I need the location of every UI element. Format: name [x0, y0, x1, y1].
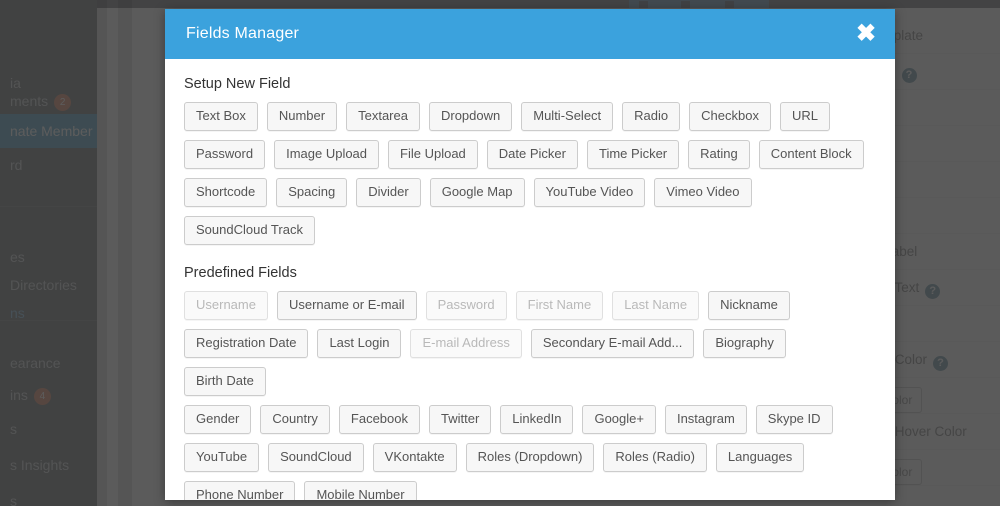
predefined-field-button-roles-dropdown[interactable]: Roles (Dropdown) — [465, 443, 595, 472]
setup-field-button-content-block[interactable]: Content Block — [758, 140, 864, 169]
predefined-field-button-nickname[interactable]: Nickname — [708, 291, 790, 320]
setup-field-row: Text Box Number Textarea Dropdown Multi-Sele… — [184, 102, 876, 131]
setup-field-button-url[interactable]: URL — [779, 102, 830, 131]
predefined-field-button-instagram[interactable]: Instagram — [664, 405, 747, 434]
predefined-fields-heading: Predefined Fields — [184, 265, 297, 281]
setup-field-button-dropdown[interactable]: Dropdown — [428, 102, 513, 131]
predefined-field-button-vkontakte[interactable]: VKontakte — [372, 443, 457, 472]
predefined-field-button-secondary-e-mail-add[interactable]: Secondary E-mail Add... — [530, 329, 695, 358]
predefined-field-button-last-name: Last Name — [612, 291, 700, 320]
setup-field-button-time-picker[interactable]: Time Picker — [587, 140, 680, 169]
predefined-field-button-e-mail-address: E-mail Address — [410, 329, 522, 358]
predefined-field-button-country[interactable]: Country — [260, 405, 330, 434]
setup-new-field-heading: Setup New Field — [184, 76, 291, 92]
modal-body: Setup New Field Text Box Number Textarea Dr… — [165, 59, 895, 500]
predefined-field-button-roles-radio[interactable]: Roles (Radio) — [603, 443, 707, 472]
predefined-field-button-skype-id[interactable]: Skype ID — [755, 405, 833, 434]
predefined-field-button-phone-number[interactable]: Phone Number — [184, 481, 296, 500]
close-icon[interactable]: ✖ — [853, 22, 879, 48]
predefined-field-button-username: Username — [184, 291, 268, 320]
predefined-field-row: Registration Date Last Login E-mail Addres… — [184, 329, 876, 396]
predefined-field-button-google[interactable]: Google+ — [582, 405, 656, 434]
screen: t Templateh (px)??reds?with labelutton T… — [0, 0, 1000, 506]
setup-field-button-image-upload[interactable]: Image Upload — [274, 140, 380, 169]
predefined-field-button-linkedin[interactable]: LinkedIn — [500, 405, 574, 434]
setup-field-button-divider[interactable]: Divider — [356, 178, 421, 207]
predefined-field-row: YouTube SoundCloud VKontakte Roles (Dropdow… — [184, 443, 876, 472]
predefined-field-button-mobile-number[interactable]: Mobile Number — [304, 481, 417, 500]
setup-field-button-radio[interactable]: Radio — [622, 102, 681, 131]
predefined-field-button-gender[interactable]: Gender — [184, 405, 252, 434]
predefined-field-row: Gender Country Facebook Twitter LinkedIn Goog… — [184, 405, 876, 434]
setup-field-button-textarea[interactable]: Textarea — [346, 102, 420, 131]
setup-field-button-number[interactable]: Number — [266, 102, 338, 131]
setup-field-button-checkbox[interactable]: Checkbox — [689, 102, 771, 131]
predefined-field-button-password: Password — [425, 291, 507, 320]
setup-field-button-vimeo-video[interactable]: Vimeo Video — [654, 178, 752, 207]
predefined-field-button-twitter[interactable]: Twitter — [429, 405, 492, 434]
predefined-field-button-first-name: First Name — [515, 291, 604, 320]
predefined-field-button-registration-date[interactable]: Registration Date — [184, 329, 309, 358]
setup-field-button-text-box[interactable]: Text Box — [184, 102, 258, 131]
overlay-band — [118, 0, 132, 506]
predefined-field-button-youtube[interactable]: YouTube — [184, 443, 260, 472]
modal-header: Fields Manager ✖ — [165, 9, 895, 59]
setup-field-row: Shortcode Spacing Divider Google Map YouTube… — [184, 178, 876, 245]
predefined-field-button-last-login[interactable]: Last Login — [317, 329, 402, 358]
setup-field-button-spacing[interactable]: Spacing — [276, 178, 348, 207]
predefined-field-button-facebook[interactable]: Facebook — [338, 405, 420, 434]
modal-title: Fields Manager — [186, 25, 300, 42]
setup-field-row: Password Image Upload File Upload Date Pick… — [184, 140, 876, 169]
predefined-fields-buttons: Username Username or E-mail Password First … — [184, 291, 876, 500]
setup-field-button-multi-select[interactable]: Multi-Select — [521, 102, 614, 131]
predefined-field-button-languages[interactable]: Languages — [715, 443, 805, 472]
setup-field-button-youtube-video[interactable]: YouTube Video — [533, 178, 646, 207]
setup-field-button-file-upload[interactable]: File Upload — [388, 140, 478, 169]
setup-field-button-rating[interactable]: Rating — [688, 140, 750, 169]
setup-field-button-date-picker[interactable]: Date Picker — [486, 140, 578, 169]
setup-field-button-shortcode[interactable]: Shortcode — [184, 178, 268, 207]
predefined-field-button-biography[interactable]: Biography — [703, 329, 786, 358]
setup-field-button-password[interactable]: Password — [184, 140, 266, 169]
overlay-band — [97, 0, 107, 506]
setup-field-button-google-map[interactable]: Google Map — [429, 178, 525, 207]
predefined-field-button-username-or-e-mail[interactable]: Username or E-mail — [276, 291, 417, 320]
fields-manager-modal: Fields Manager ✖ Setup New Field Text Bo… — [165, 9, 895, 500]
predefined-field-row: Username Username or E-mail Password First … — [184, 291, 876, 320]
setup-field-button-soundcloud-track[interactable]: SoundCloud Track — [184, 216, 315, 245]
setup-new-field-buttons: Text Box Number Textarea Dropdown Multi-Sele… — [184, 102, 876, 245]
predefined-field-button-birth-date[interactable]: Birth Date — [184, 367, 266, 396]
predefined-field-row: Phone Number Mobile Number — [184, 481, 876, 500]
predefined-field-button-soundcloud[interactable]: SoundCloud — [268, 443, 364, 472]
